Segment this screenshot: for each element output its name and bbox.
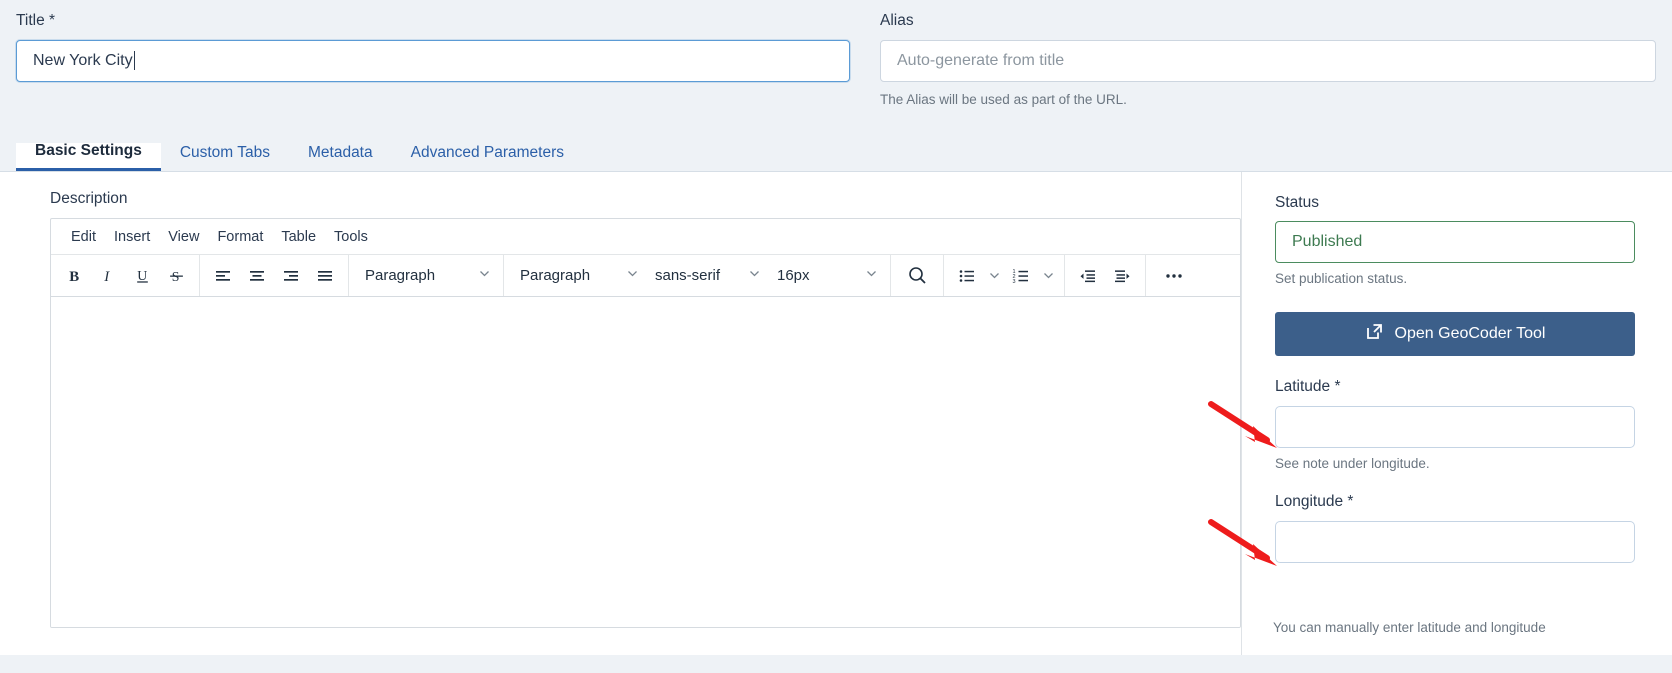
menu-insert[interactable]: Insert bbox=[105, 225, 159, 249]
external-link-icon bbox=[1365, 322, 1384, 346]
title-field-group: Title * New York City bbox=[16, 0, 850, 82]
description-editor-column: Description Edit Insert View Format Tabl… bbox=[0, 172, 1241, 655]
font-size-value: 16px bbox=[777, 267, 810, 285]
indent-icon[interactable] bbox=[1105, 261, 1139, 291]
list-group: 123 bbox=[944, 255, 1065, 297]
indent-group bbox=[1065, 255, 1146, 297]
status-label: Status bbox=[1275, 194, 1319, 212]
top-fields-row: Title * New York City Alias Auto-generat… bbox=[0, 0, 1672, 108]
chevron-down-icon bbox=[865, 267, 878, 284]
main-content: Description Edit Insert View Format Tabl… bbox=[0, 172, 1672, 656]
menu-format[interactable]: Format bbox=[208, 225, 272, 249]
tab-basic-settings[interactable]: Basic Settings bbox=[16, 143, 161, 172]
align-justify-icon[interactable] bbox=[308, 261, 342, 291]
chevron-down-icon bbox=[748, 267, 761, 284]
alignment-group bbox=[200, 255, 349, 297]
svg-text:U: U bbox=[137, 268, 147, 283]
status-help-text: Set publication status. bbox=[1275, 271, 1408, 287]
editor-content-area[interactable] bbox=[51, 297, 1240, 628]
chevron-down-icon bbox=[626, 267, 639, 284]
numbered-list-icon[interactable]: 123 bbox=[1004, 261, 1038, 291]
more-group bbox=[1146, 255, 1202, 296]
longitude-input[interactable] bbox=[1275, 521, 1635, 564]
alias-field-group: Alias Auto-generate from title The Alias… bbox=[880, 0, 1656, 108]
menu-view[interactable]: View bbox=[159, 225, 208, 249]
alias-help-text: The Alias will be used as part of the UR… bbox=[880, 91, 1127, 107]
font-family-value: sans-serif bbox=[655, 267, 721, 285]
block-format-value: Paragraph bbox=[365, 267, 436, 285]
alias-input[interactable]: Auto-generate from title bbox=[880, 39, 1656, 82]
paragraph-style-select[interactable]: Paragraph bbox=[510, 261, 645, 291]
text-cursor bbox=[133, 51, 135, 71]
menu-table[interactable]: Table bbox=[272, 225, 325, 249]
svg-text:B: B bbox=[69, 269, 79, 284]
latitude-group: Latitude * See note under longitude. bbox=[1275, 378, 1672, 471]
longitude-label: Longitude * bbox=[1275, 493, 1354, 511]
rich-text-editor: Edit Insert View Format Table Tools B I … bbox=[50, 218, 1241, 629]
strikethrough-icon[interactable]: S bbox=[159, 261, 193, 291]
editor-menubar: Edit Insert View Format Table Tools bbox=[51, 219, 1240, 256]
status-value: Published bbox=[1292, 233, 1363, 251]
tab-custom-tabs[interactable]: Custom Tabs bbox=[161, 145, 289, 172]
block-format-group: Paragraph bbox=[349, 255, 504, 297]
tab-advanced-parameters[interactable]: Advanced Parameters bbox=[392, 145, 583, 172]
menu-edit[interactable]: Edit bbox=[62, 225, 105, 249]
alias-label: Alias bbox=[880, 12, 914, 29]
status-group: Status Published Set publication status. bbox=[1275, 194, 1672, 286]
svg-text:3: 3 bbox=[1013, 279, 1016, 285]
alias-input-placeholder: Auto-generate from title bbox=[897, 51, 1065, 69]
font-group: Paragraph sans-serif 16px bbox=[504, 255, 891, 297]
tab-metadata[interactable]: Metadata bbox=[289, 145, 392, 172]
svg-text:I: I bbox=[103, 269, 110, 284]
paragraph-style-value: Paragraph bbox=[520, 267, 591, 285]
latitude-label: Latitude * bbox=[1275, 378, 1341, 396]
latitude-input[interactable] bbox=[1275, 406, 1635, 449]
bullet-list-chevron-down-icon[interactable] bbox=[984, 261, 1004, 291]
search-icon[interactable] bbox=[897, 261, 937, 291]
underline-icon[interactable]: U bbox=[125, 261, 159, 291]
text-format-group: B I U S bbox=[51, 255, 200, 297]
bold-icon[interactable]: B bbox=[57, 261, 91, 291]
numbered-list-chevron-down-icon[interactable] bbox=[1038, 261, 1058, 291]
align-left-icon[interactable] bbox=[206, 261, 240, 291]
open-geocoder-tool-button[interactable]: Open GeoCoder Tool bbox=[1275, 312, 1635, 357]
chevron-down-icon bbox=[478, 267, 491, 284]
title-input-value: New York City bbox=[33, 51, 133, 69]
longitude-group: Longitude * bbox=[1275, 493, 1672, 564]
align-center-icon[interactable] bbox=[240, 261, 274, 291]
sidebar-panel: Status Published Set publication status.… bbox=[1241, 172, 1672, 656]
editor-toolbar: B I U S Paragraph Paragraph sans-serif 1… bbox=[51, 255, 1240, 298]
outdent-icon[interactable] bbox=[1071, 261, 1105, 291]
title-input[interactable]: New York City bbox=[16, 39, 850, 82]
font-family-select[interactable]: sans-serif bbox=[645, 261, 767, 291]
block-format-select[interactable]: Paragraph bbox=[355, 261, 497, 291]
bullet-list-icon[interactable] bbox=[950, 261, 984, 291]
settings-tabs: Basic Settings Custom Tabs Metadata Adva… bbox=[0, 132, 1672, 173]
description-label: Description bbox=[50, 190, 128, 208]
align-right-icon[interactable] bbox=[274, 261, 308, 291]
italic-icon[interactable]: I bbox=[91, 261, 125, 291]
latitude-help-text: See note under longitude. bbox=[1275, 456, 1430, 472]
more-options-icon[interactable] bbox=[1152, 261, 1196, 291]
menu-tools[interactable]: Tools bbox=[325, 225, 377, 249]
longitude-help-text: You can manually enter latitude and long… bbox=[1273, 620, 1546, 635]
font-size-select[interactable]: 16px bbox=[767, 261, 884, 291]
status-select[interactable]: Published bbox=[1275, 221, 1635, 264]
search-group bbox=[891, 255, 944, 297]
open-geocoder-tool-label: Open GeoCoder Tool bbox=[1394, 325, 1546, 343]
title-label: Title * bbox=[16, 12, 56, 29]
